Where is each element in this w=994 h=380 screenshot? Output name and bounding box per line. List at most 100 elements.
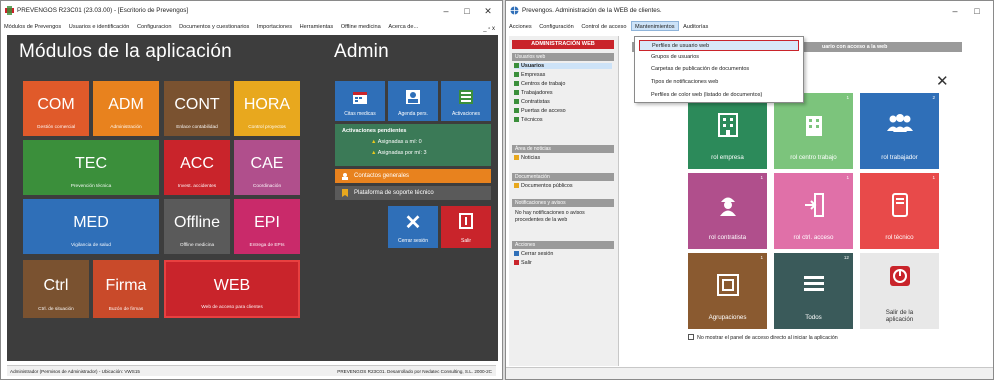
menu-importaciones[interactable]: Importaciones xyxy=(254,21,295,30)
tile-firma[interactable]: Firma Buzón de firmas xyxy=(93,260,159,318)
tile-caption: Prevención técnica xyxy=(70,184,112,189)
tile-cae[interactable]: CAE Coordinación xyxy=(234,140,300,195)
sidebar-item-label: Salir xyxy=(521,260,532,266)
tile-agenda[interactable]: Agenda pers. xyxy=(388,81,438,121)
mdi-window-controls[interactable]: _ ▫ x xyxy=(480,23,498,32)
menu-auditorias[interactable]: Auditorías xyxy=(680,21,711,30)
tile-acc[interactable]: ACC Invest. accidentes xyxy=(164,140,230,195)
close-button[interactable]: ✕ xyxy=(478,4,498,18)
maximize-button[interactable]: □ xyxy=(457,4,477,18)
tile-cerrar-sesion[interactable]: ✕ Cerrar sesión xyxy=(388,206,438,248)
menu-offline[interactable]: Offline medicina xyxy=(338,21,384,30)
tile-citas-medicas[interactable]: Citas medicas xyxy=(335,81,385,121)
menu-control-acceso[interactable]: Control de acceso xyxy=(578,21,629,30)
tile-label: COM xyxy=(37,96,75,113)
sidebar-item-puertas[interactable]: Puertas de acceso xyxy=(514,108,566,114)
menu-documentos[interactable]: Documentos y cuestionarios xyxy=(176,21,252,30)
sidebar-item-empresas[interactable]: Empresas xyxy=(514,72,545,78)
tile-offline[interactable]: Offline Offline medicina xyxy=(164,199,230,254)
pending-count-to-me: Asignadas a mí: 0 xyxy=(377,139,422,145)
minimize-button[interactable]: – xyxy=(945,4,965,18)
menu-configuracion[interactable]: Configuración xyxy=(536,21,577,30)
sidebar-item-usuarios[interactable]: Usuarios xyxy=(514,63,612,69)
left-statusbar: Administrador (Permisos de Administrador… xyxy=(7,365,496,376)
tile-rol-trabajador[interactable]: 2 rol trabajador xyxy=(860,93,939,169)
tile-todos[interactable]: 12 Todos xyxy=(774,253,853,329)
menu-herramientas[interactable]: Herramientas xyxy=(297,21,337,30)
tile-caption: Agenda pers. xyxy=(398,111,428,117)
tile-caption: Offline medicina xyxy=(179,243,215,248)
sidebar-item-cerrar-sesion[interactable]: Cerrar sesión xyxy=(514,251,553,257)
tile-label: ADM xyxy=(108,96,144,113)
sidebar-item-label: Puertas de acceso xyxy=(521,108,566,114)
minimize-button[interactable]: – xyxy=(436,4,456,18)
sidebar-item-centros[interactable]: Centros de trabajo xyxy=(514,81,565,87)
close-panel-icon[interactable]: ✕ xyxy=(936,72,949,90)
right-window-title: Prevengos. Administración de la WEB de c… xyxy=(522,7,662,14)
tile-agrupaciones[interactable]: 1 Agrupaciones xyxy=(688,253,767,329)
sidebar-item-label: Empresas xyxy=(521,72,546,78)
pending-assigned-to-me[interactable]: ▲ Asignadas a mí: 0 xyxy=(371,139,422,145)
menu-usuarios[interactable]: Usuarios e identificación xyxy=(66,21,133,30)
mobile-icon xyxy=(891,193,908,217)
tile-label: rol contratista xyxy=(708,234,747,241)
tile-web[interactable]: WEB Web de acceso para clientes xyxy=(164,260,300,318)
tile-hora[interactable]: HORA Control proyectos xyxy=(234,81,300,136)
pending-activations-panel[interactable]: Activaciones pendientes ▲ Asignadas a mí… xyxy=(335,124,491,166)
sidebar-item-noticias[interactable]: Noticias xyxy=(514,155,540,161)
contact-card-icon xyxy=(406,90,420,104)
sidebar-item-label: Técnicos xyxy=(521,117,543,123)
tile-rol-centro-trabajo[interactable]: 1 rol centro trabajo xyxy=(774,93,853,169)
dont-show-panel-checkbox[interactable]: No mostrar el panel de acceso directo al… xyxy=(688,334,838,341)
tile-rol-ctrl-acceso[interactable]: 1 rol ctrl. acceso xyxy=(774,173,853,249)
contactos-generales-bar[interactable]: Contactos generales xyxy=(335,169,491,183)
tile-label: rol ctrl. acceso xyxy=(793,234,834,241)
tile-epi[interactable]: EPI Entrega de EPIs xyxy=(234,199,300,254)
sidebar-item-documentos[interactable]: Documentos públicos xyxy=(514,183,573,189)
tile-adm[interactable]: ADM Administración xyxy=(93,81,159,136)
tile-caption: Invest. accidentes xyxy=(177,184,217,189)
list-icon xyxy=(803,276,824,291)
tile-rol-contratista[interactable]: 1 rol contratista xyxy=(688,173,767,249)
menu-item-carpetas-publicacion[interactable]: Carpetas de publicación de documentos xyxy=(639,64,799,75)
tile-med[interactable]: MED Vigilancia de salud xyxy=(23,199,159,254)
section-acciones: Acciones xyxy=(512,241,614,249)
maximize-button[interactable]: □ xyxy=(967,4,987,18)
sidebar-item-contratistas[interactable]: Contratistas xyxy=(514,99,550,105)
menu-acerca[interactable]: Acerca de... xyxy=(385,21,421,30)
tile-com[interactable]: COM Gestión comercial xyxy=(23,81,89,136)
tile-rol-empresa[interactable]: 1 rol empresa xyxy=(688,93,767,169)
tile-count: 1 xyxy=(760,175,763,180)
plataforma-soporte-bar[interactable]: Plataforma de soporte técnico xyxy=(335,186,491,200)
tile-salir-aplicacion[interactable]: Salir de la aplicación xyxy=(860,253,939,329)
tile-cont[interactable]: CONT Enlace contabilidad xyxy=(164,81,230,136)
tile-tec[interactable]: TEC Prevención técnica xyxy=(23,140,159,195)
tile-label: Agrupaciones xyxy=(708,314,747,321)
tile-ctrl[interactable]: Ctrl Ctrl. de situación xyxy=(23,260,89,318)
menu-mantenimientos[interactable]: Mantenimientos xyxy=(631,21,679,31)
menu-item-tipos-notificaciones[interactable]: Tipos de notificaciones web xyxy=(639,77,799,88)
tile-caption: Cerrar sesión xyxy=(397,238,428,244)
menu-item-grupos-usuarios[interactable]: Grupos de usuarios xyxy=(639,52,799,63)
tile-label: CAE xyxy=(250,155,284,172)
menu-configuracion[interactable]: Configuracion xyxy=(134,21,175,30)
sidebar-item-tecnicos[interactable]: Técnicos xyxy=(514,117,543,123)
contactos-label: Contactos generales xyxy=(354,173,410,179)
pending-assigned-by-me[interactable]: ▲ Asignadas por mí: 3 xyxy=(371,150,427,156)
building-icon xyxy=(805,116,822,136)
tile-count: 1 xyxy=(846,95,849,100)
menu-acciones[interactable]: Acciones xyxy=(506,21,535,30)
section-notificaciones: Notificaciones y avisos xyxy=(512,199,614,207)
tile-salir[interactable]: Salir xyxy=(441,206,491,248)
sidebar-item-salir[interactable]: Salir xyxy=(514,260,532,266)
menu-item-perfiles-color[interactable]: Perfiles de color web (listado de docume… xyxy=(639,90,799,101)
right-statusbar xyxy=(506,367,993,379)
tile-count: 12 xyxy=(843,255,849,260)
menu-item-perfiles-usuario-web[interactable]: Perfiles de usuario web xyxy=(639,40,799,51)
tile-rol-tecnico[interactable]: 1 rol técnico xyxy=(860,173,939,249)
web-admin-window: Prevengos. Administración de la WEB de c… xyxy=(505,0,994,380)
tile-activaciones[interactable]: Activaciones xyxy=(441,81,491,121)
sidebar-item-trabajadores[interactable]: Trabajadores xyxy=(514,90,553,96)
checkbox-box[interactable] xyxy=(688,334,694,340)
menu-modulos[interactable]: Módulos de Prevengos xyxy=(1,21,64,30)
